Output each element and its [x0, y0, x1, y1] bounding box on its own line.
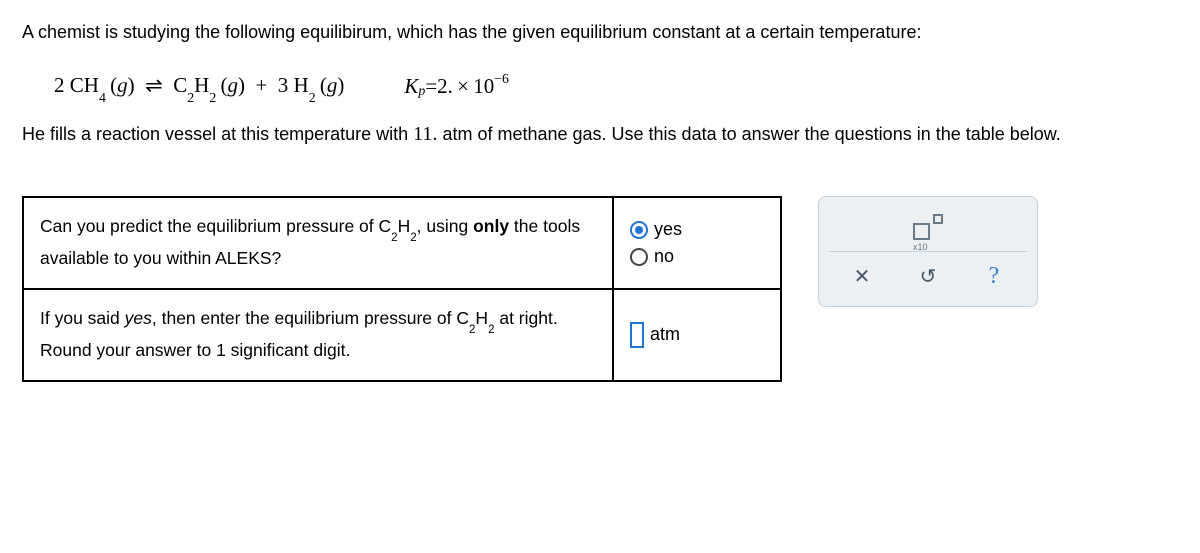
- intro-text: A chemist is studying the following equi…: [22, 18, 1178, 47]
- help-button[interactable]: ?: [976, 260, 1012, 292]
- radio-no-label: no: [654, 246, 674, 267]
- q1-text: Can you predict the equilibrium pressure…: [23, 197, 613, 289]
- q1-answer-cell: yes no: [613, 197, 781, 289]
- exponent-tool-button[interactable]: x10: [910, 211, 946, 243]
- close-button[interactable]: ✕: [844, 260, 880, 292]
- fill-text: He fills a reaction vessel at this tempe…: [22, 118, 1178, 150]
- kp-value: Kp = 2. × 10−6: [404, 70, 509, 104]
- radio-icon: [630, 248, 648, 266]
- radio-yes-label: yes: [654, 219, 682, 240]
- question-table: Can you predict the equilibrium pressure…: [22, 196, 782, 382]
- reaction-formula: 2 CH4 (g) ⇌ C2H2 (g) + 3 H2 (g): [54, 69, 344, 104]
- redo-button[interactable]: ↺: [910, 260, 946, 292]
- radio-yes[interactable]: yes: [630, 219, 764, 240]
- q2-text: If you said yes, then enter the equilibr…: [23, 289, 613, 381]
- problem-statement: A chemist is studying the following equi…: [22, 18, 1178, 150]
- radio-no[interactable]: no: [630, 246, 764, 267]
- pressure-input[interactable]: [630, 322, 644, 348]
- close-icon: ✕: [854, 264, 871, 289]
- q2-answer-cell: atm: [613, 289, 781, 381]
- redo-icon: ↺: [920, 264, 937, 289]
- radio-icon: [630, 221, 648, 239]
- tool-panel: x10 ✕ ↺ ?: [818, 196, 1038, 307]
- help-icon: ?: [989, 263, 1000, 290]
- equilibrium-equation: 2 CH4 (g) ⇌ C2H2 (g) + 3 H2 (g) Kp = 2. …: [22, 55, 1178, 118]
- table-row: Can you predict the equilibrium pressure…: [23, 197, 781, 289]
- table-row: If you said yes, then enter the equilibr…: [23, 289, 781, 381]
- atm-unit-label: atm: [650, 324, 680, 345]
